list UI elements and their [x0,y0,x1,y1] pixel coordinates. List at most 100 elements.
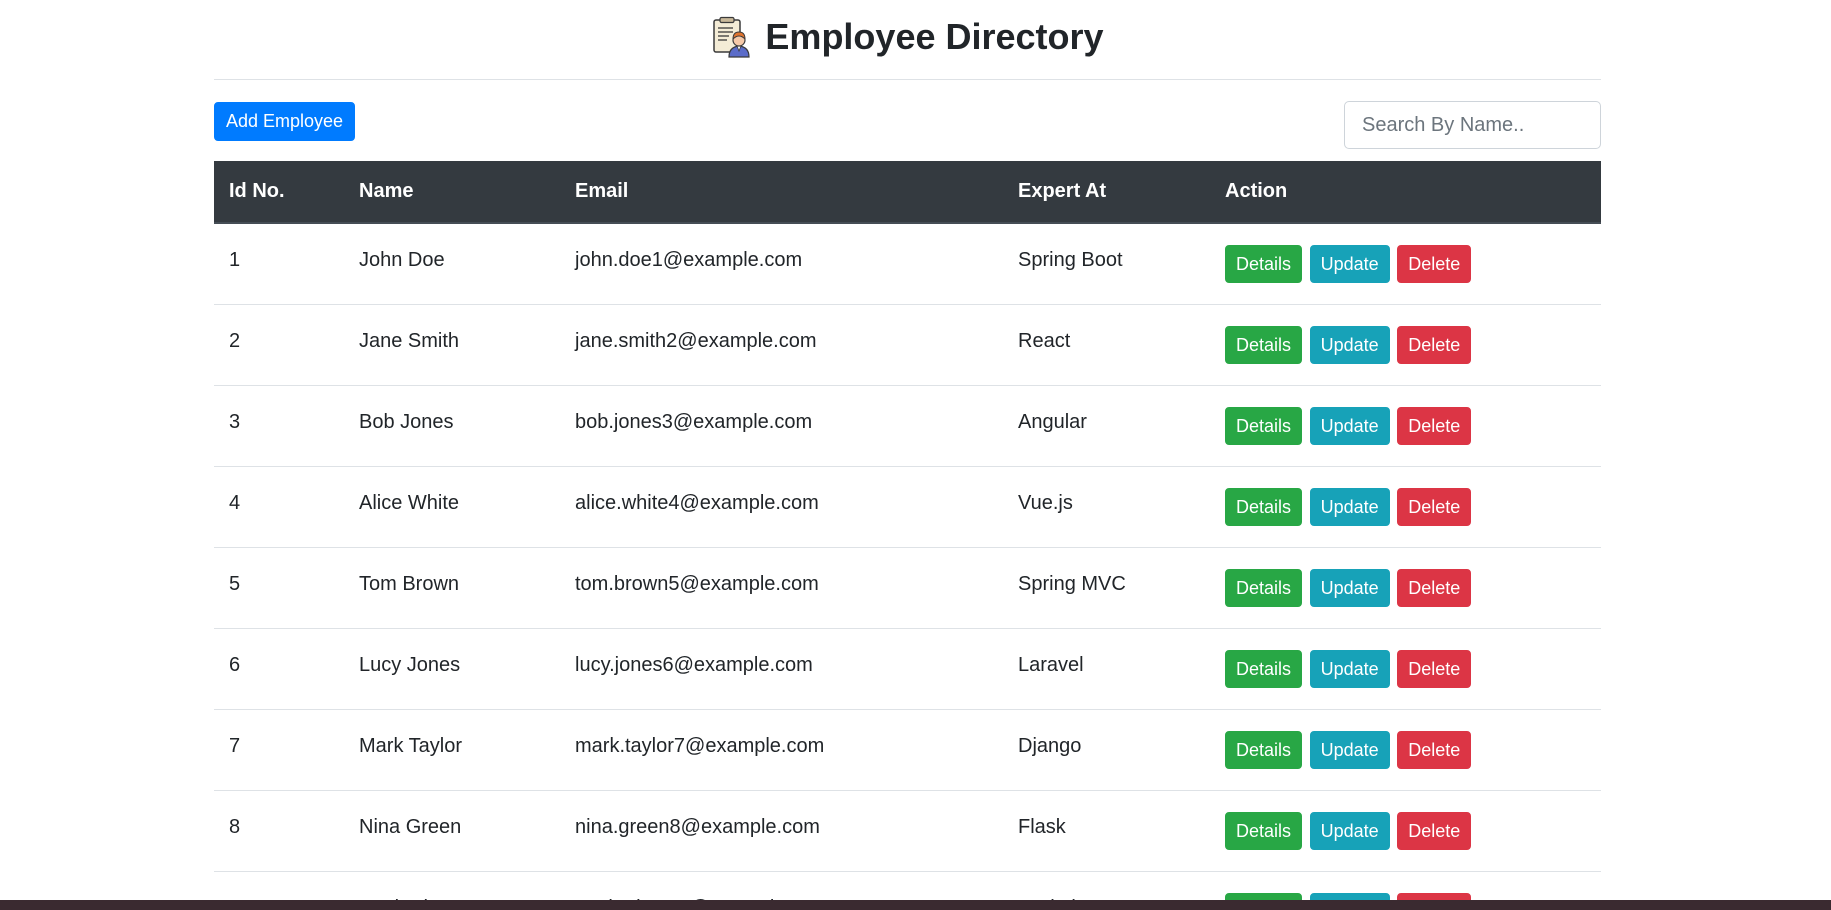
taskbar-edge [0,900,1831,910]
page: Employee Directory Add Employee Id No. N… [0,0,1831,910]
details-button[interactable]: Details [1225,811,1303,850]
cell-expert: Spring Boot [1003,223,1210,305]
cell-email: jane.smith2@example.com [560,304,1003,386]
cell-id: 5 [214,547,344,629]
cell-expert: Vue.js [1003,466,1210,548]
delete-button[interactable]: Delete [1397,730,1472,769]
cell-name: Mark Taylor [344,709,560,791]
cell-email: lucy.jones6@example.com [560,628,1003,710]
update-button[interactable]: Update [1309,406,1390,445]
cell-name: Nina Green [344,790,560,872]
page-title: Employee Directory [765,15,1104,57]
details-button[interactable]: Details [1225,244,1303,283]
cell-expert: Angular [1003,385,1210,467]
employee-directory-icon [711,16,753,58]
update-button[interactable]: Update [1309,487,1390,526]
employee-id: 3 [229,411,241,433]
delete-button[interactable]: Delete [1397,406,1472,445]
table-header-row: Id No. Name Email Expert At Action [214,161,1601,224]
employee-email: nina.green8@example.com [575,816,820,838]
header-action: Action [1210,161,1601,224]
employee-email: jane.smith2@example.com [575,330,817,352]
table-row: 4 Alice White alice.white4@example.com V… [214,466,1601,548]
cell-action: Details Update Delete [1210,304,1601,386]
employee-expert: Django [1018,735,1082,757]
add-employee-button[interactable]: Add Employee [214,102,356,141]
delete-button[interactable]: Delete [1397,487,1472,526]
employee-name: Alice White [359,492,460,514]
delete-button[interactable]: Delete [1397,325,1472,364]
employee-email: mark.taylor7@example.com [575,735,825,757]
cell-expert: Laravel [1003,628,1210,710]
header-name: Name [344,161,560,224]
cell-action: Details Update Delete [1210,547,1601,629]
cell-expert: Spring MVC [1003,547,1210,629]
employee-id: 5 [229,573,241,595]
table-row: 3 Bob Jones bob.jones3@example.com Angul… [214,385,1601,467]
details-button[interactable]: Details [1225,325,1303,364]
cell-email: mark.taylor7@example.com [560,709,1003,791]
cell-id: 6 [214,628,344,710]
employee-id: 8 [229,816,241,838]
search-input[interactable] [1344,101,1601,149]
header-email: Email [560,161,1003,224]
cell-id: 8 [214,790,344,872]
update-button[interactable]: Update [1309,244,1390,283]
update-button[interactable]: Update [1309,325,1390,364]
cell-name: Tom Brown [344,547,560,629]
cell-id: 4 [214,466,344,548]
toolbar: Add Employee [214,80,1601,161]
cell-name: Lucy Jones [344,628,560,710]
table-body: 1 John Doe john.doe1@example.com Spring … [214,223,1601,910]
employee-email: bob.jones3@example.com [575,411,813,433]
details-button[interactable]: Details [1225,406,1303,445]
employee-expert: Vue.js [1018,492,1073,514]
page-header: Employee Directory [214,0,1601,80]
employee-expert: Laravel [1018,654,1084,676]
delete-button[interactable]: Delete [1397,568,1472,607]
employee-email: lucy.jones6@example.com [575,654,813,676]
details-button[interactable]: Details [1225,487,1303,526]
details-button[interactable]: Details [1225,649,1303,688]
employee-name: Mark Taylor [359,735,462,757]
cell-email: bob.jones3@example.com [560,385,1003,467]
update-button[interactable]: Update [1309,730,1390,769]
employee-expert: Spring MVC [1018,573,1126,595]
cell-name: Jane Smith [344,304,560,386]
table-row: 7 Mark Taylor mark.taylor7@example.com D… [214,709,1601,791]
employee-expert: Spring Boot [1018,249,1123,272]
cell-name: Alice White [344,466,560,548]
cell-action: Details Update Delete [1210,385,1601,467]
employee-name: Lucy Jones [359,654,461,676]
update-button[interactable]: Update [1309,811,1390,850]
update-button[interactable]: Update [1309,568,1390,607]
employee-id: 6 [229,654,241,676]
cell-email: john.doe1@example.com [560,223,1003,305]
cell-action: Details Update Delete [1210,790,1601,872]
header-expert: Expert At [1003,161,1210,224]
table-row: 5 Tom Brown tom.brown5@example.com Sprin… [214,547,1601,629]
delete-button[interactable]: Delete [1397,649,1472,688]
details-button[interactable]: Details [1225,568,1303,607]
table-header: Id No. Name Email Expert At Action [214,161,1601,224]
update-button[interactable]: Update [1309,649,1390,688]
employee-expert: Angular [1018,411,1087,433]
cell-id: 3 [214,385,344,467]
employee-name: Bob Jones [359,411,454,433]
employee-name: Tom Brown [359,573,460,595]
delete-button[interactable]: Delete [1397,811,1472,850]
details-button[interactable]: Details [1225,730,1303,769]
employee-name: John Doe [359,249,445,272]
cell-email: alice.white4@example.com [560,466,1003,548]
cell-expert: Django [1003,709,1210,791]
employee-name: Jane Smith [359,330,460,352]
cell-name: John Doe [344,223,560,305]
table-row: 8 Nina Green nina.green8@example.com Fla… [214,790,1601,872]
cell-id: 1 [214,223,344,305]
main-container: Employee Directory Add Employee Id No. N… [214,0,1601,910]
employee-id: 7 [229,735,241,757]
delete-button[interactable]: Delete [1397,244,1472,283]
cell-expert: Flask [1003,790,1210,872]
cell-email: nina.green8@example.com [560,790,1003,872]
employee-expert: React [1018,330,1071,352]
